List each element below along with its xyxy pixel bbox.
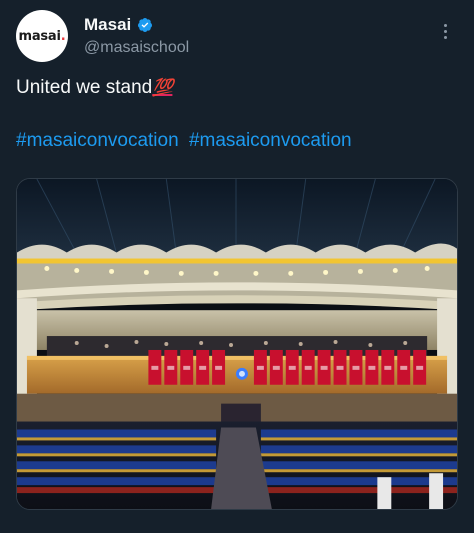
hashtag-row: #masaiconvocation #masaiconvocation	[16, 129, 462, 153]
hashtag-link[interactable]: #masaiconvocation	[189, 130, 352, 151]
more-options-icon[interactable]	[436, 24, 454, 42]
hundred-points-icon: 💯	[152, 78, 173, 97]
author-names: Masai @masaischool	[84, 14, 189, 57]
hashtag-link[interactable]: #masaiconvocation	[16, 130, 179, 151]
display-name[interactable]: Masai	[84, 15, 131, 35]
tweet-text: United we stand💯	[16, 76, 462, 100]
author-handle[interactable]: @masaischool	[84, 39, 189, 57]
verified-badge-icon	[138, 18, 153, 32]
avatar-logo: masai.	[18, 28, 66, 44]
tweet-card: masai. Masai @masaischool United we stan…	[0, 0, 474, 533]
tweet-media-photo[interactable]	[16, 178, 458, 510]
convocation-hall-photo	[17, 179, 457, 509]
tweet-header: masai. Masai @masaischool	[16, 10, 462, 64]
avatar[interactable]: masai.	[16, 10, 68, 62]
tweet-text-body: United we stand	[16, 77, 153, 98]
